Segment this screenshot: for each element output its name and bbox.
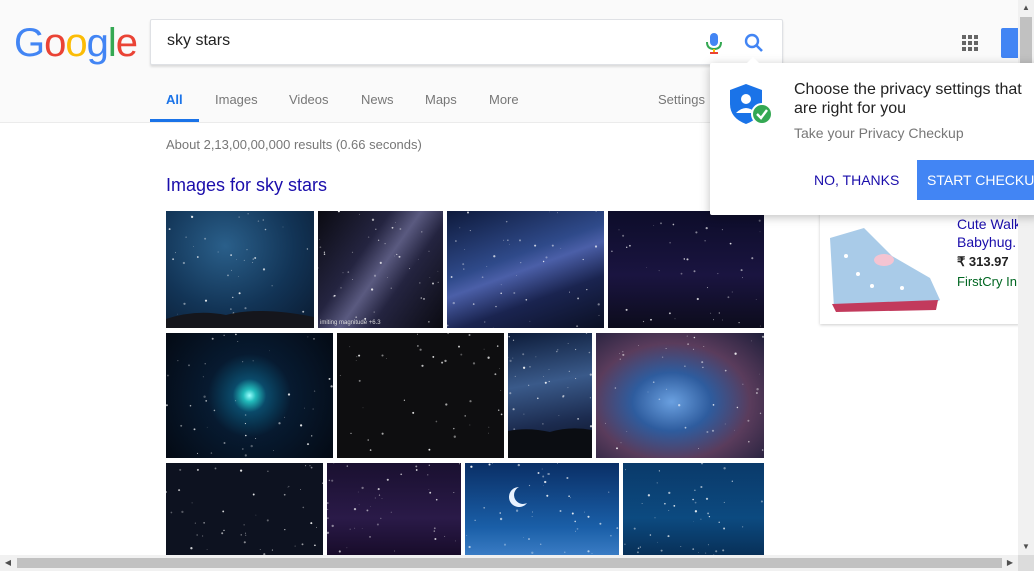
logo-letter: o	[65, 21, 87, 65]
tab-videos[interactable]: Videos	[289, 92, 329, 107]
search-box[interactable]	[150, 19, 783, 65]
apps-grid-icon[interactable]	[962, 35, 978, 51]
search-icon[interactable]	[744, 33, 764, 53]
no-thanks-button[interactable]: NO, THANKS	[814, 172, 899, 188]
image-thumbnail[interactable]	[447, 211, 604, 328]
result-stats: About 2,13,00,00,000 results (0.66 secon…	[166, 137, 422, 152]
popup-arrow	[745, 57, 761, 65]
logo-letter: l	[107, 21, 117, 65]
image-thumbnail[interactable]	[465, 463, 619, 555]
tab-all[interactable]: All	[166, 92, 183, 107]
tab-news[interactable]: News	[361, 92, 394, 107]
horizontal-scroll-thumb[interactable]	[17, 558, 1002, 568]
logo-letter: G	[14, 21, 45, 65]
google-logo[interactable]: Google	[14, 21, 138, 65]
active-tab-indicator	[150, 119, 199, 122]
image-thumbnail[interactable]	[596, 333, 764, 458]
tab-more[interactable]: More	[489, 92, 519, 107]
microphone-icon[interactable]	[705, 32, 723, 56]
search-input[interactable]	[167, 32, 687, 50]
logo-letter: e	[115, 21, 138, 65]
tab-settings[interactable]: Settings	[658, 92, 705, 107]
image-thumbnail[interactable]	[608, 211, 764, 328]
image-thumbnail[interactable]	[327, 463, 461, 555]
privacy-title: Choose the privacy settings that are rig…	[794, 81, 1022, 117]
product-subtitle-link[interactable]: Babyhug.	[957, 234, 1016, 250]
image-thumbnail[interactable]	[623, 463, 764, 555]
scroll-right-arrow-icon[interactable]: ▶	[1002, 555, 1018, 571]
image-thumbnail[interactable]	[166, 211, 314, 328]
privacy-shield-icon	[730, 84, 773, 125]
product-seller: FirstCry In	[957, 274, 1017, 289]
logo-letter: o	[44, 21, 66, 65]
image-thumbnail[interactable]: imiting magnitude +6.3	[318, 211, 443, 328]
image-thumbnail[interactable]	[166, 463, 323, 555]
start-checkup-button[interactable]: START CHECKUP	[917, 160, 1034, 200]
search-results-page: Google All Images Videos News Maps More …	[0, 0, 1034, 571]
scroll-up-arrow-icon[interactable]: ▲	[1018, 0, 1034, 16]
product-title-link[interactable]: Cute Walk	[957, 216, 1021, 232]
image-caption: imiting magnitude +6.3	[320, 320, 381, 326]
tab-images[interactable]: Images	[215, 92, 258, 107]
scrollbar-corner	[1018, 555, 1034, 571]
image-thumbnail[interactable]	[166, 333, 333, 458]
image-thumbnail[interactable]	[508, 333, 592, 458]
privacy-subtitle: Take your Privacy Checkup	[794, 125, 964, 141]
horizontal-scrollbar[interactable]: ◀ ▶	[0, 555, 1018, 571]
baby-shoe-image[interactable]	[822, 216, 940, 322]
scroll-left-arrow-icon[interactable]: ◀	[0, 555, 16, 571]
image-thumbnail[interactable]	[337, 333, 504, 458]
tab-maps[interactable]: Maps	[425, 92, 457, 107]
scroll-down-arrow-icon[interactable]: ▼	[1018, 539, 1034, 555]
privacy-checkup-popup: Choose the privacy settings that are rig…	[710, 63, 1034, 215]
images-heading-link[interactable]: Images for sky stars	[166, 175, 327, 196]
logo-letter: g	[86, 21, 109, 65]
shopping-ad-card[interactable]: Cute Walk Babyhug. ₹ 313.97 FirstCry In	[820, 206, 1021, 324]
product-price: ₹ 313.97	[957, 254, 1009, 269]
